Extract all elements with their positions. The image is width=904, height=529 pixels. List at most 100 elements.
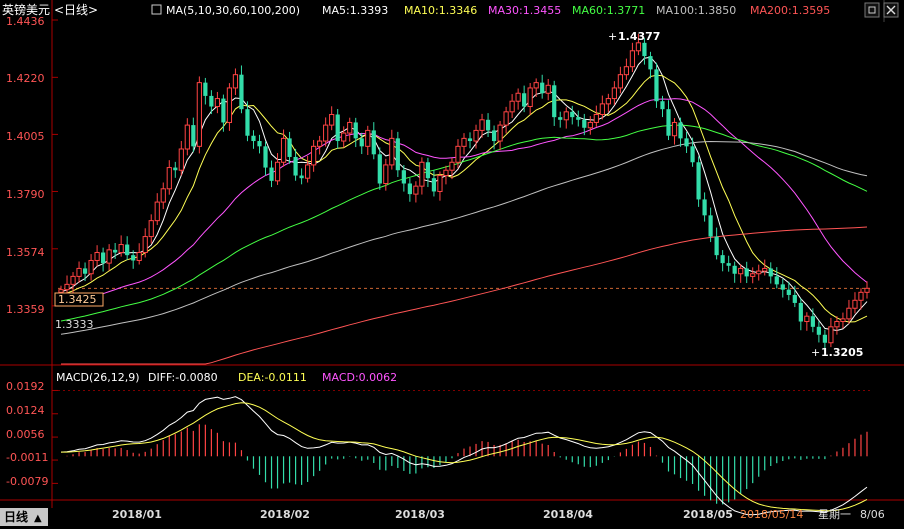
candle-body: [341, 132, 347, 142]
candle-body: [744, 268, 749, 277]
candle-body: [347, 121, 353, 134]
high-marker: +: [608, 30, 617, 43]
price-tick-label: 1.3359: [6, 303, 45, 316]
candle-body: [154, 201, 160, 222]
candle-body: [570, 111, 575, 118]
candle-body: [545, 84, 551, 94]
cursor-date-label: 2018/05/14: [740, 508, 803, 521]
candle-body: [497, 124, 503, 142]
candle-body: [786, 289, 791, 295]
candle-body: [629, 50, 636, 68]
candle-body: [106, 249, 112, 264]
candle-body: [136, 252, 142, 261]
candle-body: [317, 140, 323, 147]
candle-body: [64, 283, 70, 291]
candle-body: [425, 162, 431, 179]
candle-body: [617, 74, 623, 89]
candle-body: [101, 252, 106, 264]
candle-body: [696, 162, 701, 200]
end-date-label: 8/06: [860, 508, 885, 521]
candle-body: [395, 138, 400, 171]
price-tick-label: 1.4436: [6, 15, 45, 28]
low-price-label: 1.3205: [821, 346, 863, 359]
candle-body: [552, 85, 557, 118]
candle-body: [732, 265, 737, 274]
candle-body: [774, 276, 779, 285]
candle-body: [389, 137, 395, 166]
period-tab-label: 日线: [4, 509, 28, 524]
ma30-value: MA30:1.3455: [488, 4, 561, 17]
candle-body: [473, 129, 479, 142]
candle-body: [431, 178, 437, 192]
candle-body: [293, 156, 298, 176]
macd-tick-label: -0.0011: [6, 451, 48, 464]
candle-body: [810, 316, 815, 327]
candle-body: [263, 146, 268, 168]
price-tick-label: 1.3574: [6, 246, 45, 259]
candle-body: [660, 101, 665, 110]
candle-body: [251, 135, 256, 142]
candle-body: [858, 291, 864, 301]
macd-tick-label: 0.0192: [6, 380, 45, 393]
date-label: 2018/03: [395, 508, 445, 521]
chart-canvas[interactable]: 英镑美元 <日线> MA(5,10,30,60,100,200) MA5:1.3…: [0, 0, 904, 526]
candle-body: [419, 161, 425, 187]
up-arrow-icon[interactable]: ▲: [34, 513, 42, 524]
candle-body: [522, 93, 527, 107]
candle-body: [148, 220, 154, 238]
candle-body: [563, 111, 569, 121]
high-price-label: 1.4377: [618, 30, 660, 43]
ma100-value: MA100:1.3850: [656, 4, 736, 17]
candle-body: [768, 268, 773, 277]
candle-body: [449, 161, 455, 171]
candle-body: [131, 255, 136, 261]
candle-body: [209, 95, 214, 107]
candle-body: [648, 56, 653, 70]
period-label: <日线>: [54, 3, 98, 17]
candle-body: [714, 236, 719, 256]
candle-body: [221, 98, 226, 123]
candle-body: [726, 263, 731, 266]
candle-body: [611, 87, 617, 100]
candle-body: [804, 315, 810, 323]
candle-body: [582, 119, 587, 128]
candle-body: [239, 74, 244, 110]
candle-body: [467, 138, 473, 142]
macd-tick-label: 0.0056: [6, 428, 45, 441]
macd-tick-label: -0.0079: [6, 475, 48, 488]
candle-body: [226, 87, 233, 123]
candle-body: [780, 284, 785, 290]
candle-body: [642, 42, 647, 57]
candle-body: [822, 334, 827, 343]
candle-body: [196, 82, 202, 147]
candle-body: [287, 138, 292, 157]
candle-body: [280, 137, 287, 163]
candle-body: [76, 267, 82, 277]
macd-title: MACD(26,12,9): [56, 371, 140, 384]
date-label: 2018/04: [543, 508, 593, 521]
restore-icon[interactable]: [864, 2, 880, 18]
candle-body: [166, 167, 172, 190]
candle-body: [738, 267, 744, 275]
price-tick-label: 1.4005: [6, 130, 45, 143]
candle-body: [605, 98, 611, 105]
candle-body: [142, 236, 148, 254]
candle-body: [503, 111, 509, 126]
macd-dea-value: DEA:-0.0111: [238, 371, 307, 384]
low-marker: +: [811, 346, 820, 359]
candle-body: [232, 74, 239, 89]
weekday-label: 星期一: [818, 508, 851, 521]
candle-body: [371, 130, 376, 155]
candle-body: [485, 119, 491, 131]
candle-body: [708, 215, 713, 237]
close-icon[interactable]: [883, 2, 899, 18]
candle-body: [635, 42, 642, 52]
background: [0, 0, 904, 526]
candle-body: [160, 188, 166, 203]
candle-body: [311, 145, 317, 166]
candle-body: [834, 321, 840, 328]
price-tick-label: 1.3790: [6, 188, 45, 201]
candle-body: [792, 294, 797, 303]
ma10-value: MA10:1.3346: [404, 4, 477, 17]
candle-body: [654, 69, 659, 102]
